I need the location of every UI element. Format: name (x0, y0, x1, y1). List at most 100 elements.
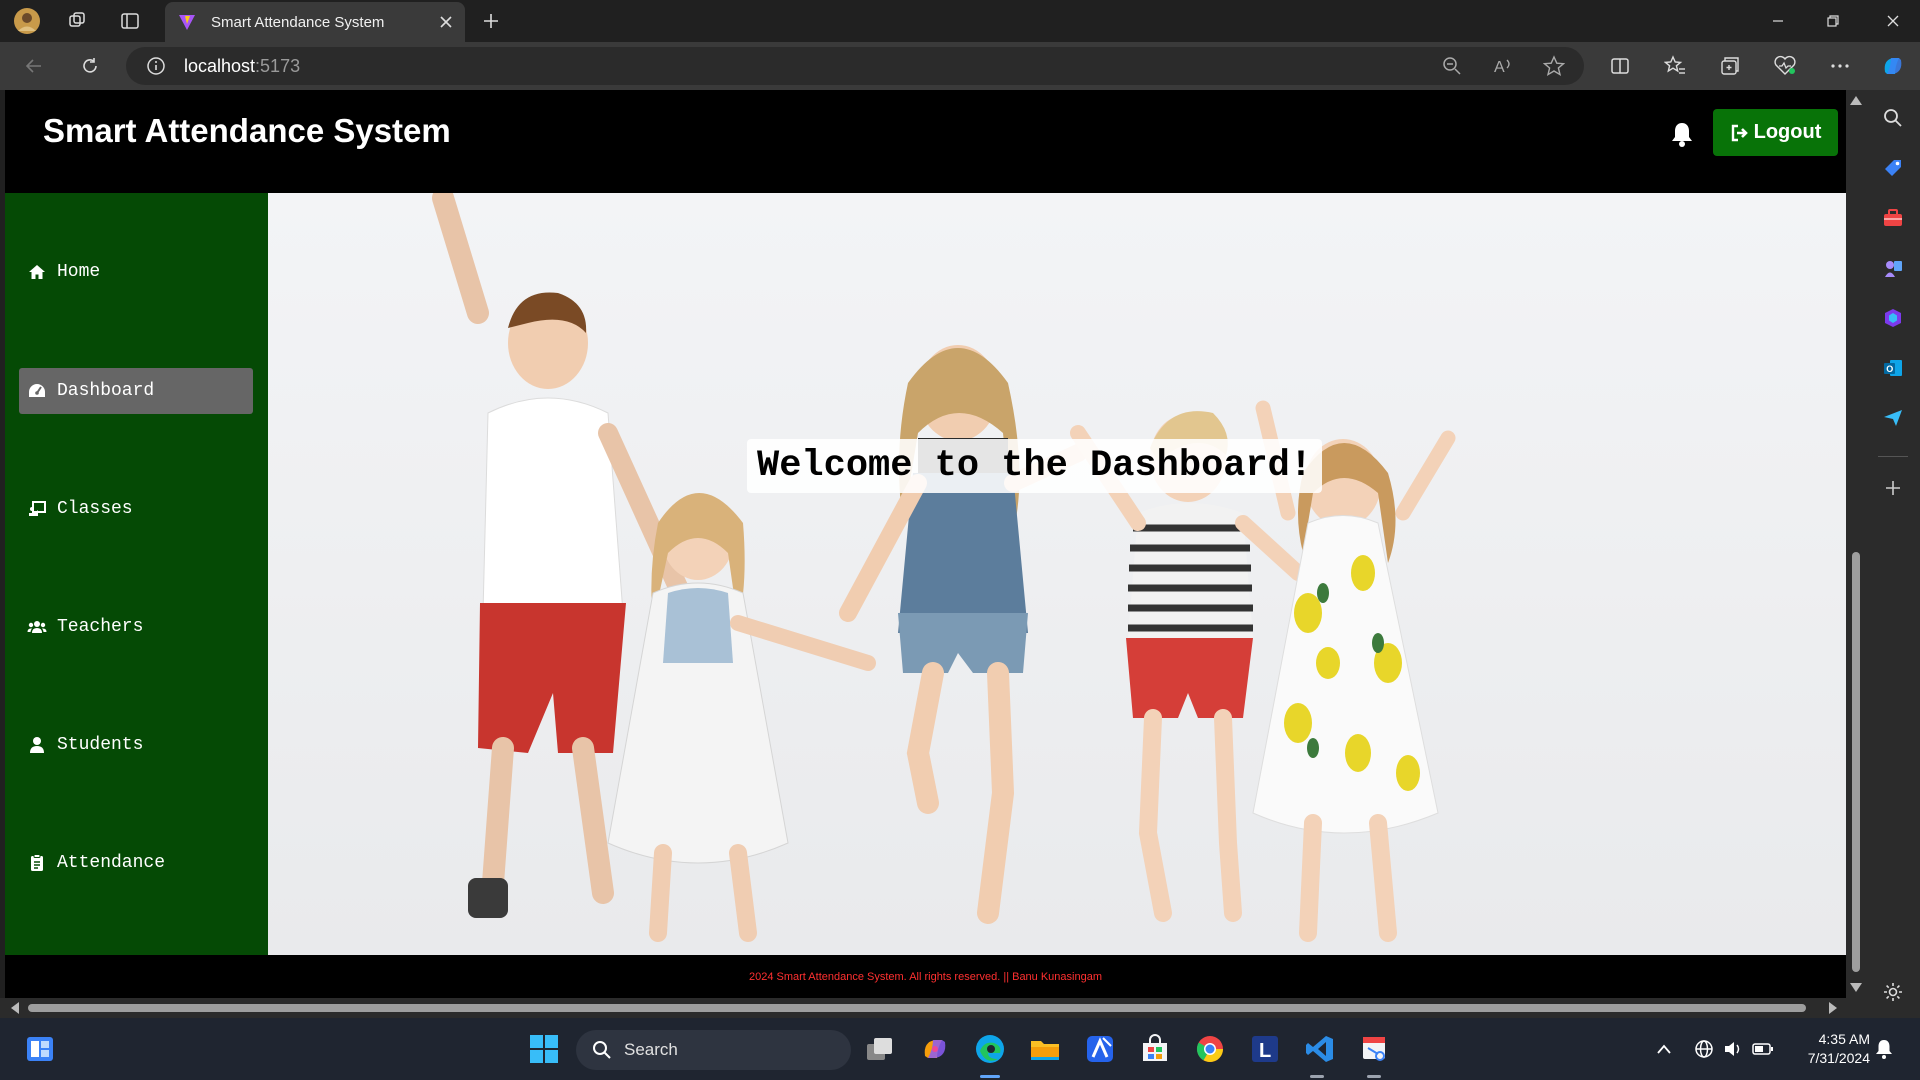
tab-actions-icon[interactable] (115, 6, 145, 36)
windows-start-icon[interactable] (528, 1033, 560, 1065)
jumping-children-illustration (432, 193, 1456, 942)
network-globe-icon[interactable] (1688, 1033, 1720, 1065)
outlook-icon[interactable]: O (1879, 354, 1907, 382)
chalkboard-icon (29, 501, 46, 516)
scroll-down-icon[interactable] (1846, 980, 1866, 994)
more-options-icon[interactable] (1826, 52, 1854, 80)
add-icon[interactable] (1879, 474, 1907, 502)
sidebar-item-teachers[interactable]: Teachers (19, 604, 253, 650)
tab-title: Smart Attendance System (211, 13, 385, 31)
search-icon (593, 1041, 611, 1059)
vscode-icon[interactable] (1304, 1033, 1336, 1065)
scroll-left-icon[interactable] (8, 998, 22, 1018)
file-explorer-icon[interactable] (1029, 1033, 1061, 1065)
chevron-up-icon[interactable] (1648, 1033, 1680, 1065)
sign-out-icon (1731, 124, 1748, 141)
widgets-icon[interactable] (24, 1033, 56, 1065)
vertical-scroll-thumb[interactable] (1852, 552, 1860, 972)
edge-browser-icon[interactable] (974, 1033, 1006, 1065)
url-field[interactable]: localhost:5173 (126, 47, 1584, 85)
snipping-running-indicator (1367, 1075, 1381, 1078)
send-icon[interactable] (1879, 404, 1907, 432)
scroll-right-icon[interactable] (1826, 998, 1840, 1018)
url-port: :5173 (255, 55, 301, 76)
split-screen-icon[interactable] (1606, 52, 1634, 80)
sidebar-item-label: Classes (57, 499, 133, 519)
refresh-icon[interactable] (76, 52, 104, 80)
horizontal-scroll-thumb[interactable] (28, 1004, 1806, 1012)
task-view-icon[interactable] (864, 1033, 896, 1065)
horizontal-scrollbar[interactable] (0, 998, 1866, 1018)
new-tab-icon[interactable] (476, 6, 506, 36)
app-sidebar: Home Dashboard Classes Teachers Students… (5, 193, 268, 955)
sidebar-item-students[interactable]: Students (19, 722, 253, 768)
browser-tab-bar: Smart Attendance System (0, 0, 1920, 42)
footer-copyright: 2024 Smart Attendance System. All rights… (748, 970, 1102, 983)
scroll-up-icon[interactable] (1846, 94, 1866, 108)
notifications-bell-icon[interactable] (1868, 1033, 1900, 1065)
chrome-icon[interactable] (1194, 1033, 1226, 1065)
hero-image: Welcome to the Dashboard! (268, 193, 1846, 955)
shopping-tag-icon[interactable] (1879, 154, 1907, 182)
settings-gear-icon[interactable] (1879, 978, 1907, 1006)
sidebar-item-home[interactable]: Home (19, 249, 253, 295)
collections-icon[interactable] (1716, 52, 1744, 80)
app-footer: 2024 Smart Attendance System. All rights… (5, 955, 1846, 998)
search-icon[interactable] (1879, 104, 1907, 132)
close-tab-icon[interactable] (439, 15, 453, 29)
sidebar-item-attendance[interactable]: Attendance (19, 840, 253, 886)
profile-avatar[interactable] (12, 6, 42, 36)
microsoft-store-icon[interactable] (1139, 1033, 1171, 1065)
read-aloud-icon[interactable]: A (1490, 52, 1518, 80)
tab-smart-attendance[interactable]: Smart Attendance System (165, 2, 465, 42)
vertical-scrollbar[interactable] (1846, 90, 1866, 998)
l-app-icon[interactable]: L (1249, 1033, 1281, 1065)
minimize-icon[interactable] (1750, 0, 1805, 42)
snipping-tool-icon[interactable] (1359, 1033, 1391, 1065)
sidebar-item-dashboard[interactable]: Dashboard (19, 368, 253, 414)
zoom-out-icon[interactable] (1438, 52, 1466, 80)
drawing-app-icon[interactable] (1084, 1033, 1116, 1065)
close-window-icon[interactable] (1865, 0, 1920, 42)
vscode-running-indicator (1310, 1075, 1324, 1078)
clipboard-icon (31, 854, 43, 871)
url-host: localhost (184, 55, 256, 76)
browser-essentials-icon[interactable] (1771, 52, 1799, 80)
volume-icon[interactable] (1717, 1033, 1749, 1065)
taskbar-search[interactable]: Search (576, 1030, 851, 1070)
app-header: Smart Attendance System Logout (5, 90, 1846, 193)
logout-button[interactable]: Logout (1713, 109, 1838, 156)
favorites-icon[interactable] (1661, 52, 1689, 80)
svg-text:O: O (1886, 364, 1893, 374)
sidebar-item-label: Attendance (57, 853, 166, 873)
user-icon (30, 737, 44, 753)
site-info-icon[interactable] (146, 56, 166, 76)
tools-briefcase-icon[interactable] (1879, 204, 1907, 232)
edge-active-indicator (980, 1075, 1000, 1078)
copilot-app-icon[interactable] (919, 1033, 951, 1065)
sidebar-item-label: Dashboard (57, 381, 155, 401)
app-title: Smart Attendance System (43, 112, 451, 149)
microsoft-365-icon[interactable] (1879, 304, 1907, 332)
notification-bell-icon[interactable] (1669, 120, 1699, 150)
back-icon[interactable] (20, 52, 48, 80)
dashboard-icon (29, 384, 45, 397)
copilot-icon[interactable] (1879, 52, 1907, 80)
games-icon[interactable] (1879, 254, 1907, 282)
home-icon (29, 265, 45, 279)
sidebar-divider (1878, 456, 1908, 457)
browser-address-bar: localhost:5173 A (0, 42, 1920, 90)
welcome-heading: Welcome to the Dashboard! (747, 439, 1323, 493)
sidebar-item-label: Teachers (57, 617, 144, 637)
sidebar-item-label: Home (57, 262, 101, 282)
restore-icon[interactable] (1805, 0, 1860, 42)
page-viewport: Smart Attendance System Logout Home Dash… (5, 90, 1846, 998)
vite-favicon-icon (179, 15, 195, 30)
workspaces-icon[interactable] (62, 6, 92, 36)
clock-date: 7/31/2024 (1807, 1050, 1870, 1066)
sidebar-item-label: Students (57, 735, 144, 755)
battery-icon[interactable] (1747, 1033, 1779, 1065)
taskbar-clock[interactable]: 4:35 AM 7/31/2024 (1790, 1030, 1870, 1068)
favorite-star-icon[interactable] (1540, 52, 1568, 80)
sidebar-item-classes[interactable]: Classes (19, 486, 253, 532)
